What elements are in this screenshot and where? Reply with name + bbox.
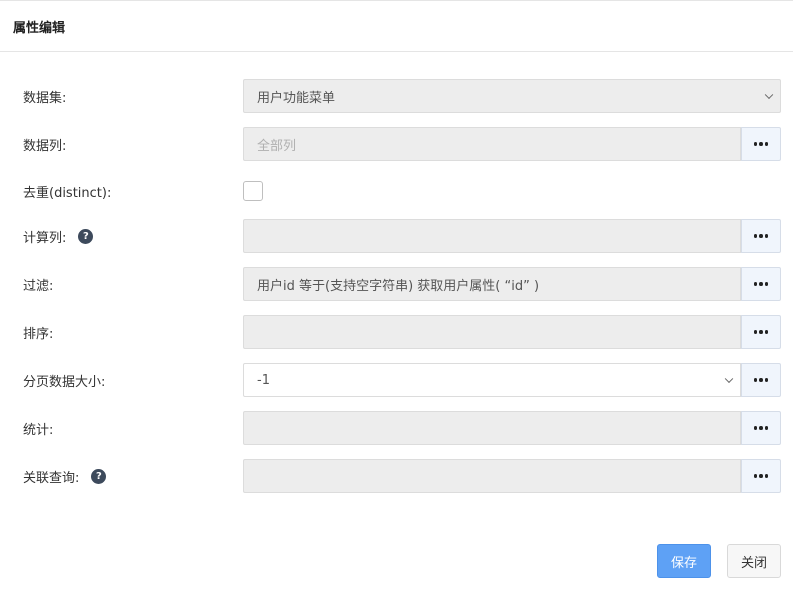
ellipsis-icon — [753, 282, 769, 286]
dataset-select-value: 用户功能菜单 — [257, 90, 336, 106]
ellipsis-icon — [753, 330, 769, 334]
distinct-label: 去重(distinct): — [23, 185, 112, 201]
join-field[interactable] — [243, 459, 741, 493]
form-row-computed: 计算列: ? — [0, 219, 793, 253]
sort-more-button[interactable] — [741, 315, 781, 349]
form-row-filter: 过滤: 用户id 等于(支持空字符串) 获取用户属性( “id” ) — [0, 267, 793, 301]
dataset-label: 数据集: — [23, 90, 67, 106]
chevron-down-icon — [724, 374, 734, 384]
page-size-value: -1 — [257, 372, 270, 388]
join-label-wrap: 关联查询: ? — [23, 459, 107, 493]
computed-field[interactable] — [243, 219, 741, 253]
close-button[interactable]: 关闭 — [727, 544, 781, 578]
sort-field[interactable] — [243, 315, 741, 349]
page-size-select[interactable]: -1 — [243, 363, 741, 397]
sort-label: 排序: — [23, 326, 54, 342]
computed-label-wrap: 计算列: ? — [23, 219, 94, 253]
form-row-dataset: 数据集: 用户功能菜单 — [0, 79, 793, 113]
filter-value: 用户id 等于(支持空字符串) 获取用户属性( “id” ) — [257, 278, 540, 294]
page-size-label: 分页数据大小: — [23, 374, 106, 390]
distinct-checkbox[interactable] — [243, 181, 263, 201]
form-row-page-size: 分页数据大小: -1 — [0, 363, 793, 397]
question-circle-icon[interactable]: ? — [78, 228, 94, 244]
page-size-more-button[interactable] — [741, 363, 781, 397]
columns-label: 数据列: — [23, 138, 67, 154]
ellipsis-icon — [753, 234, 769, 238]
columns-more-button[interactable] — [741, 127, 781, 161]
computed-more-button[interactable] — [741, 219, 781, 253]
filter-label: 过滤: — [23, 278, 54, 294]
ellipsis-icon — [753, 142, 769, 146]
dataset-select[interactable]: 用户功能菜单 — [243, 79, 781, 113]
columns-placeholder: 全部列 — [257, 138, 297, 154]
computed-label: 计算列: — [23, 230, 67, 246]
stats-field[interactable] — [243, 411, 741, 445]
ellipsis-icon — [753, 378, 769, 382]
chevron-down-icon — [764, 90, 774, 100]
columns-field[interactable]: 全部列 — [243, 127, 741, 161]
form-row-join: 关联查询: ? — [0, 459, 793, 493]
form-row-stats: 统计: — [0, 411, 793, 445]
ellipsis-icon — [753, 426, 769, 430]
join-more-button[interactable] — [741, 459, 781, 493]
form-row-sort: 排序: — [0, 315, 793, 349]
dialog-header: 属性编辑 — [0, 0, 793, 52]
question-circle-icon[interactable]: ? — [91, 468, 107, 484]
stats-label: 统计: — [23, 422, 54, 438]
ellipsis-icon — [753, 474, 769, 478]
join-label: 关联查询: — [23, 470, 80, 486]
dialog-title: 属性编辑 — [13, 20, 66, 36]
filter-more-button[interactable] — [741, 267, 781, 301]
stats-more-button[interactable] — [741, 411, 781, 445]
form-row-distinct: 去重(distinct): — [0, 174, 793, 208]
form-row-columns: 数据列: 全部列 — [0, 127, 793, 161]
save-button[interactable]: 保存 — [657, 544, 711, 578]
filter-field[interactable]: 用户id 等于(支持空字符串) 获取用户属性( “id” ) — [243, 267, 741, 301]
